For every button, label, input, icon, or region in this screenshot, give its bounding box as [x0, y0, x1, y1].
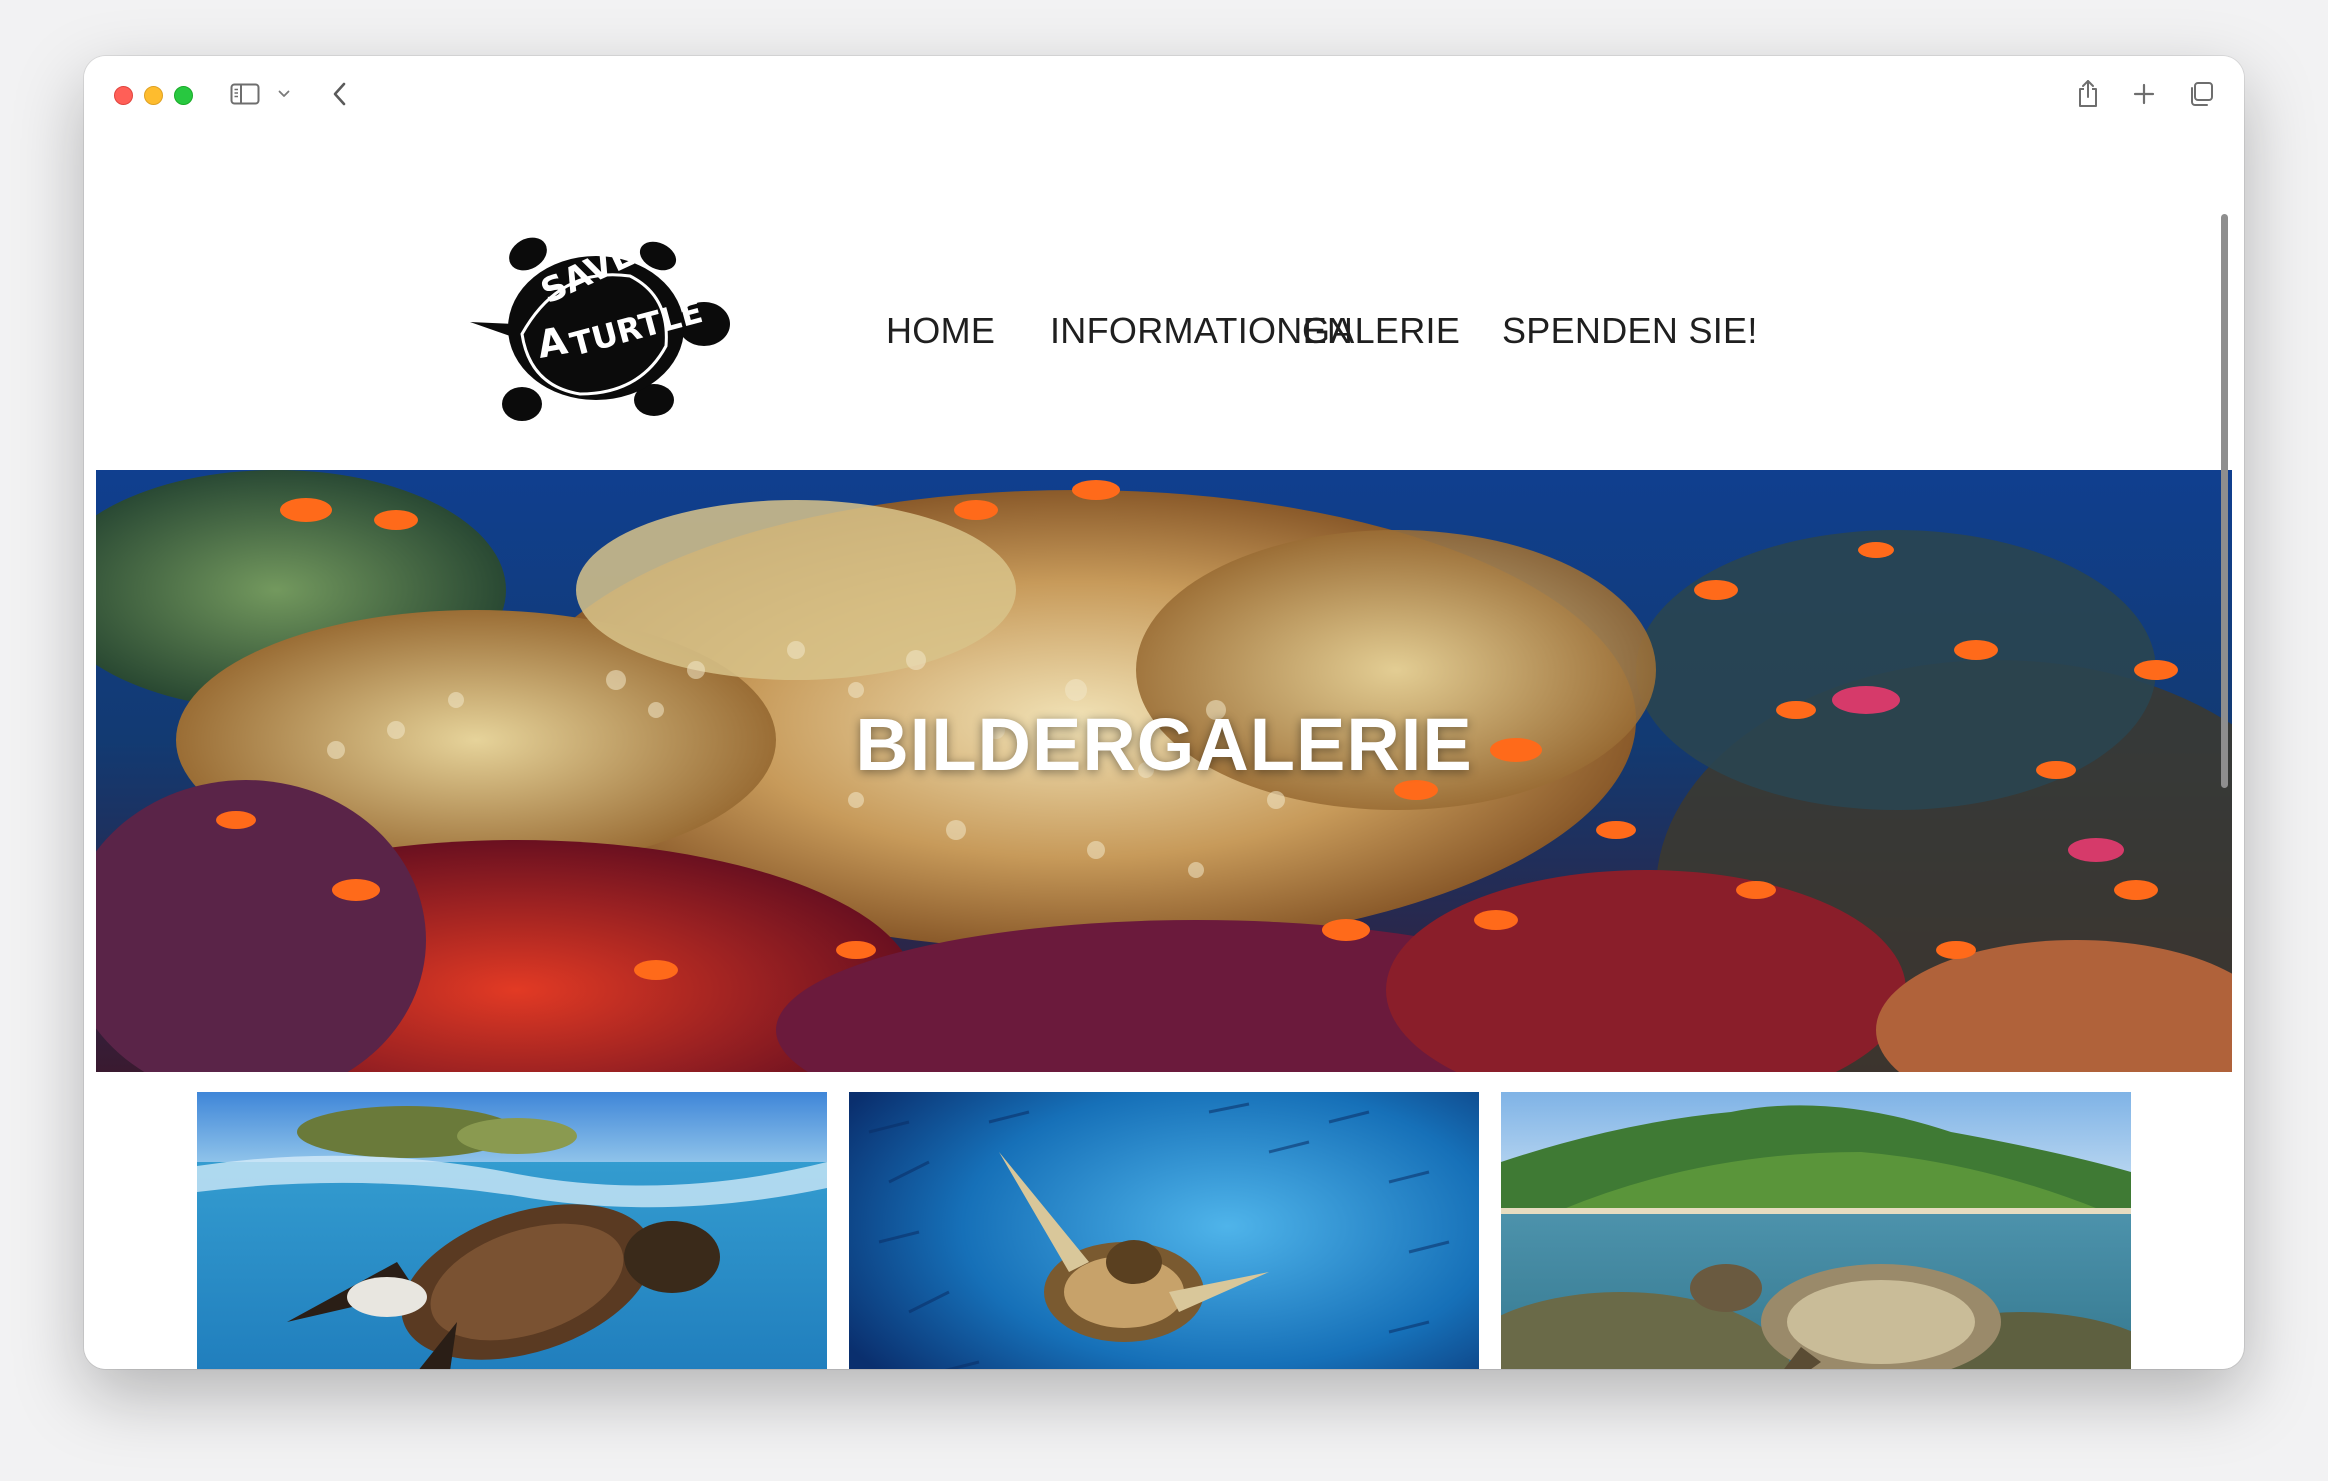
plus-icon[interactable]	[2130, 78, 2158, 110]
web-page: SAVE A TURTLE HOME INFORMATIONEN GALERIE…	[84, 132, 2232, 1369]
gallery-image-turtle-surface[interactable]	[197, 1092, 827, 1369]
gallery-image-turtle-island[interactable]	[1501, 1092, 2131, 1369]
zoom-window-button[interactable]	[174, 86, 193, 105]
nav-home[interactable]: HOME	[886, 310, 995, 352]
hero-banner: BILDERGALERIE	[96, 470, 2232, 1072]
close-window-button[interactable]	[114, 86, 133, 105]
back-chevron-icon[interactable]	[328, 78, 352, 110]
sidebar-icon[interactable]	[228, 78, 262, 110]
hero-title: BILDERGALERIE	[855, 703, 1473, 786]
nav-galerie[interactable]: GALERIE	[1302, 310, 1460, 352]
main-navigation: HOME INFORMATIONEN GALERIE SPENDEN SIE!	[84, 310, 2232, 360]
minimize-window-button[interactable]	[144, 86, 163, 105]
browser-toolbar	[84, 56, 2244, 132]
nav-spenden[interactable]: SPENDEN SIE!	[1502, 310, 1758, 352]
scrollbar-thumb[interactable]	[2221, 214, 2228, 788]
chevron-down-icon[interactable]	[276, 78, 292, 110]
image-gallery	[84, 1092, 2232, 1369]
gallery-image-turtle-fish-school[interactable]	[849, 1092, 1479, 1369]
site-header: SAVE A TURTLE HOME INFORMATIONEN GALERIE…	[84, 132, 2232, 421]
tabs-overview-icon[interactable]	[2186, 78, 2216, 110]
browser-window: SAVE A TURTLE HOME INFORMATIONEN GALERIE…	[84, 56, 2244, 1369]
share-icon[interactable]	[2074, 78, 2102, 110]
